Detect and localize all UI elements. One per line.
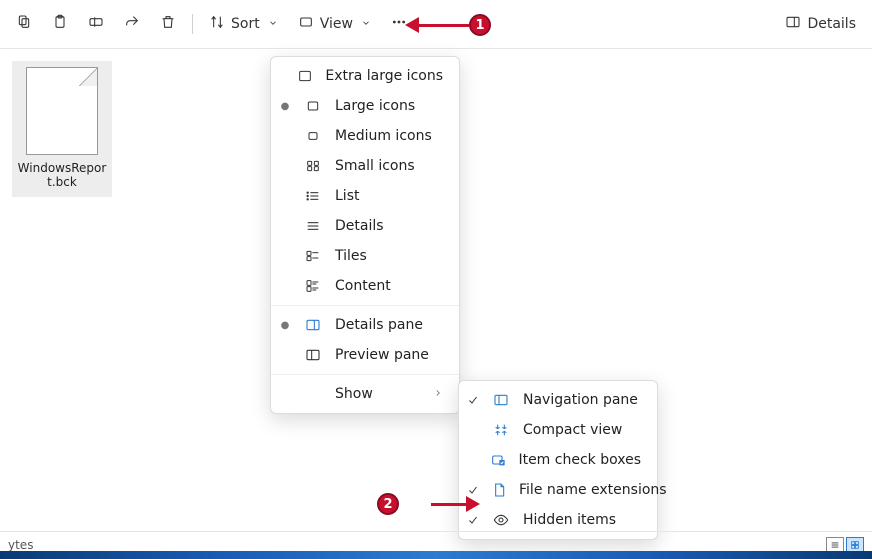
paste-button[interactable]	[44, 8, 76, 40]
check-icon	[467, 484, 479, 496]
menu-label: Preview pane	[335, 347, 429, 363]
large-icons-icon	[303, 98, 323, 114]
medium-icons-icon	[303, 128, 323, 144]
status-text: ytes	[8, 538, 33, 552]
menu-item-details-pane[interactable]: ● Details pane	[271, 310, 459, 340]
menu-label: Details pane	[335, 317, 423, 333]
menu-label: Tiles	[335, 248, 367, 264]
menu-divider	[271, 374, 459, 375]
checkbox-icon	[489, 452, 506, 468]
details-pane-icon	[785, 14, 801, 34]
menu-item-small-icons[interactable]: Small icons	[271, 151, 459, 181]
menu-label: Navigation pane	[523, 392, 638, 408]
rename-icon	[88, 14, 104, 34]
content-icon	[303, 278, 323, 294]
menu-label: Content	[335, 278, 391, 294]
menu-item-show[interactable]: Show	[271, 379, 459, 409]
menu-item-large-icons[interactable]: ● Large icons	[271, 91, 459, 121]
chevron-down-icon	[361, 16, 371, 32]
clipboard-icon	[52, 14, 68, 34]
small-icons-icon	[303, 158, 323, 174]
tiles-icon	[303, 248, 323, 264]
menu-label: Large icons	[335, 98, 415, 114]
menu-label: Extra large icons	[325, 68, 443, 84]
sort-button[interactable]: Sort	[201, 8, 286, 40]
menu-lead-bullet: ●	[279, 101, 291, 112]
menu-label: Medium icons	[335, 128, 432, 144]
menu-item-compact-view[interactable]: Compact view	[459, 415, 657, 445]
sort-icon	[209, 14, 225, 34]
menu-item-details[interactable]: Details	[271, 211, 459, 241]
menu-item-navigation-pane[interactable]: Navigation pane	[459, 385, 657, 415]
menu-item-preview-pane[interactable]: Preview pane	[271, 340, 459, 370]
navigation-pane-icon	[491, 392, 511, 408]
view-menu: Extra large icons ● Large icons Medium i…	[270, 56, 460, 414]
share-icon	[124, 14, 140, 34]
file-icon	[491, 482, 507, 498]
menu-label: File name extensions	[519, 482, 667, 498]
menu-item-tiles[interactable]: Tiles	[271, 241, 459, 271]
menu-label: Small icons	[335, 158, 415, 174]
trash-icon	[160, 14, 176, 34]
menu-item-medium-icons[interactable]: Medium icons	[271, 121, 459, 151]
more-button[interactable]	[383, 8, 415, 40]
toolbar-divider	[192, 14, 193, 34]
menu-label: Item check boxes	[518, 452, 641, 468]
more-horizontal-icon	[391, 14, 407, 34]
preview-pane-icon	[303, 347, 323, 363]
menu-item-extra-large-icons[interactable]: Extra large icons	[271, 61, 459, 91]
file-item[interactable]: WindowsReport.bck	[12, 61, 112, 197]
share-button[interactable]	[116, 8, 148, 40]
view-label: View	[320, 16, 353, 32]
file-icon	[26, 67, 98, 155]
windows-taskbar	[0, 551, 872, 559]
menu-divider	[271, 305, 459, 306]
extra-large-icons-icon	[297, 68, 313, 84]
menu-label: Hidden items	[523, 512, 616, 528]
details-pane-icon	[303, 317, 323, 333]
details-pane-button[interactable]: Details	[777, 8, 864, 40]
command-bar: Sort View Details	[0, 0, 872, 48]
menu-label: Show	[335, 386, 373, 402]
menu-item-list[interactable]: List	[271, 181, 459, 211]
eye-icon	[491, 512, 511, 528]
view-icon	[298, 14, 314, 34]
cut-button[interactable]	[8, 8, 40, 40]
compact-view-icon	[491, 422, 511, 438]
chevron-down-icon	[268, 16, 278, 32]
check-icon	[467, 394, 479, 406]
menu-item-item-check-boxes[interactable]: Item check boxes	[459, 445, 657, 475]
list-icon	[303, 188, 323, 204]
file-name: WindowsReport.bck	[16, 161, 108, 189]
details-label: Details	[807, 16, 856, 32]
view-button[interactable]: View	[290, 8, 379, 40]
menu-lead-bullet: ●	[279, 320, 291, 331]
delete-button[interactable]	[152, 8, 184, 40]
chevron-right-icon	[433, 386, 443, 402]
check-icon	[467, 514, 479, 526]
menu-label: Compact view	[523, 422, 622, 438]
sort-label: Sort	[231, 16, 260, 32]
details-icon	[303, 218, 323, 234]
show-submenu: Navigation pane Compact view Item check …	[458, 380, 658, 540]
menu-item-file-name-extensions[interactable]: File name extensions	[459, 475, 657, 505]
menu-item-content[interactable]: Content	[271, 271, 459, 301]
menu-label: List	[335, 188, 359, 204]
menu-label: Details	[335, 218, 384, 234]
rename-button[interactable]	[80, 8, 112, 40]
cut-icon	[16, 14, 32, 34]
